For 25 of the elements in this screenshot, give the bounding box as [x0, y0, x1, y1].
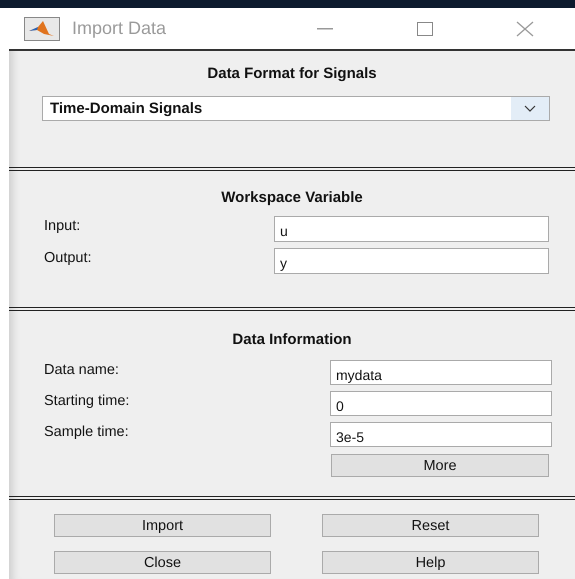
field-label: Output: [44, 249, 93, 266]
more-button[interactable]: More [331, 454, 549, 477]
input-field[interactable]: mydata [330, 360, 552, 385]
field-label: Input: [44, 217, 82, 234]
app-icon [24, 16, 60, 40]
dialog-button[interactable]: Help [322, 551, 539, 574]
input-field[interactable]: 0 [330, 391, 552, 416]
field-label: Sample time: [44, 423, 130, 440]
section-title: Workspace Variable [221, 189, 363, 206]
input-field[interactable]: y [274, 248, 549, 274]
field-label: Starting time: [44, 392, 130, 409]
input-field[interactable]: 3e-5 [330, 422, 552, 447]
close-icon[interactable] [516, 20, 534, 36]
chevron-icon [524, 105, 536, 112]
section-title: Data Format for Signals [207, 65, 377, 82]
section-title: Data Information [232, 331, 352, 348]
dialog-button[interactable]: Import [54, 514, 271, 537]
maximize-icon[interactable] [417, 22, 433, 36]
window-title: Import Data [72, 18, 166, 39]
dialog-button[interactable]: Reset [322, 514, 539, 537]
minimize-icon[interactable] [317, 28, 333, 30]
format-dropdown[interactable]: Time-Domain Signals [42, 96, 550, 121]
input-field[interactable]: u [274, 216, 549, 242]
dialog-button[interactable]: Close [54, 551, 271, 574]
field-label: Data name: [44, 361, 120, 378]
